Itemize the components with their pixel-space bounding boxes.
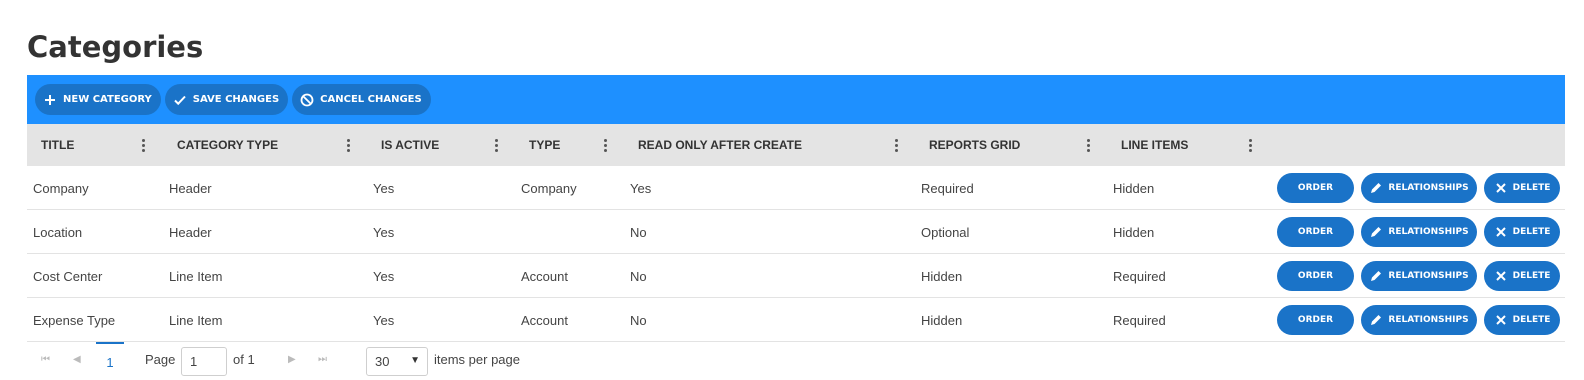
cell-title: Location — [33, 224, 83, 240]
table-row[interactable]: Cost Center Line Item Yes Account No Hid… — [27, 254, 1565, 298]
cell-title: Company — [33, 180, 89, 196]
cell-is-active: Yes — [373, 224, 395, 240]
cell-category-type: Line Item — [169, 268, 223, 284]
pencil-icon — [1369, 181, 1383, 195]
x-icon — [1494, 225, 1508, 239]
cell-reports-grid: Hidden — [921, 312, 963, 328]
table-row[interactable]: Location Header Yes No Optional Hidden O… — [27, 210, 1565, 254]
pencil-icon — [1369, 313, 1383, 327]
cell-line-items: Hidden — [1113, 224, 1155, 240]
relationships-button[interactable]: RELATIONSHIPS — [1361, 217, 1477, 247]
order-button[interactable]: ORDER — [1277, 217, 1354, 247]
x-icon — [1494, 181, 1508, 195]
page-size-value: 30 — [375, 354, 390, 369]
page-size-select[interactable]: 30 ▼ — [366, 347, 428, 376]
check-icon — [173, 93, 187, 107]
cell-category-type: Header — [169, 180, 212, 196]
column-header-type[interactable]: TYPE — [529, 124, 560, 166]
delete-button[interactable]: DELETE — [1484, 261, 1560, 291]
column-menu-read-only-after-create[interactable] — [891, 124, 901, 166]
cell-type: Account — [521, 312, 568, 328]
kebab-icon[interactable] — [343, 136, 353, 154]
plus-icon — [43, 93, 57, 107]
pencil-icon — [1369, 225, 1383, 239]
kebab-icon[interactable] — [891, 136, 901, 154]
relationships-button[interactable]: RELATIONSHIPS — [1361, 305, 1477, 335]
page-label: Page — [145, 352, 176, 367]
relationships-button[interactable]: RELATIONSHIPS — [1361, 261, 1477, 291]
items-per-page-label: items per page — [434, 352, 520, 367]
next-page-icon[interactable]: ▶ — [288, 354, 296, 365]
table-row[interactable]: Company Header Yes Company Yes Required … — [27, 166, 1565, 210]
new-category-label: NEW CATEGORY — [63, 94, 152, 105]
save-changes-label: SAVE CHANGES — [192, 94, 280, 105]
grid-toolbar: NEW CATEGORY SAVE CHANGES CANCEL CHANGES — [27, 75, 1565, 124]
cell-category-type: Line Item — [169, 312, 223, 328]
pager: ⏮ ◀ 1 Page of 1 ▶ ⏭ 30 ▼ items per page — [27, 342, 1565, 380]
cancel-icon — [300, 93, 314, 107]
delete-button[interactable]: DELETE — [1484, 217, 1560, 247]
new-category-button[interactable]: NEW CATEGORY — [35, 84, 161, 115]
previous-page-icon[interactable]: ◀ — [73, 354, 81, 365]
relationships-button[interactable]: RELATIONSHIPS — [1361, 173, 1477, 203]
column-header-title[interactable]: TITLE — [41, 124, 74, 166]
delete-button[interactable]: DELETE — [1484, 305, 1560, 335]
categories-grid: TITLE CATEGORY TYPE IS ACTIVE TYPE READ … — [27, 124, 1565, 342]
x-icon — [1494, 313, 1508, 327]
column-menu-type[interactable] — [600, 124, 610, 166]
cell-line-items: Required — [1113, 268, 1166, 284]
cell-reports-grid: Required — [921, 180, 974, 196]
cell-reports-grid: Hidden — [921, 268, 963, 284]
cell-type: Account — [521, 268, 568, 284]
cell-read-only: No — [630, 268, 647, 284]
of-pages-label: of 1 — [233, 352, 255, 367]
pencil-icon — [1369, 269, 1383, 283]
delete-button[interactable]: DELETE — [1484, 173, 1560, 203]
cell-read-only: Yes — [630, 180, 652, 196]
page-title: Categories — [27, 30, 204, 64]
column-menu-is-active[interactable] — [491, 124, 501, 166]
first-page-icon[interactable]: ⏮ — [41, 354, 50, 365]
column-header-category-type[interactable]: CATEGORY TYPE — [177, 124, 278, 166]
cell-reports-grid: Optional — [921, 224, 970, 240]
table-row[interactable]: Expense Type Line Item Yes Account No Hi… — [27, 298, 1565, 342]
cell-title: Cost Center — [33, 268, 103, 284]
caret-down-icon: ▼ — [410, 355, 420, 366]
cell-line-items: Required — [1113, 312, 1166, 328]
cell-category-type: Header — [169, 224, 212, 240]
column-menu-title[interactable] — [138, 124, 148, 166]
page-input[interactable] — [181, 347, 227, 376]
column-header-line-items[interactable]: LINE ITEMS — [1121, 124, 1188, 166]
current-page-number[interactable]: 1 — [96, 342, 124, 376]
kebab-icon[interactable] — [1083, 136, 1093, 154]
cancel-changes-button[interactable]: CANCEL CHANGES — [292, 84, 431, 115]
cancel-changes-label: CANCEL CHANGES — [320, 94, 422, 105]
column-header-read-only-after-create[interactable]: READ ONLY AFTER CREATE — [638, 124, 802, 166]
order-button[interactable]: ORDER — [1277, 305, 1354, 335]
cell-read-only: No — [630, 224, 647, 240]
cell-is-active: Yes — [373, 268, 395, 284]
column-header-is-active[interactable]: IS ACTIVE — [381, 124, 439, 166]
cell-read-only: No — [630, 312, 647, 328]
cell-is-active: Yes — [373, 312, 395, 328]
cell-is-active: Yes — [373, 180, 395, 196]
kebab-icon[interactable] — [491, 136, 501, 154]
order-button[interactable]: ORDER — [1277, 261, 1354, 291]
kebab-icon[interactable] — [138, 136, 148, 154]
grid-header: TITLE CATEGORY TYPE IS ACTIVE TYPE READ … — [27, 124, 1565, 166]
column-menu-reports-grid[interactable] — [1083, 124, 1093, 166]
kebab-icon[interactable] — [1245, 136, 1255, 154]
x-icon — [1494, 269, 1508, 283]
save-changes-button[interactable]: SAVE CHANGES — [164, 84, 289, 115]
column-menu-line-items[interactable] — [1245, 124, 1255, 166]
cell-title: Expense Type — [33, 312, 116, 328]
kebab-icon[interactable] — [600, 136, 610, 154]
cell-type: Company — [521, 180, 577, 196]
last-page-icon[interactable]: ⏭ — [318, 354, 327, 365]
order-button[interactable]: ORDER — [1277, 173, 1354, 203]
column-menu-category-type[interactable] — [343, 124, 353, 166]
cell-line-items: Hidden — [1113, 180, 1155, 196]
column-header-reports-grid[interactable]: REPORTS GRID — [929, 124, 1020, 166]
